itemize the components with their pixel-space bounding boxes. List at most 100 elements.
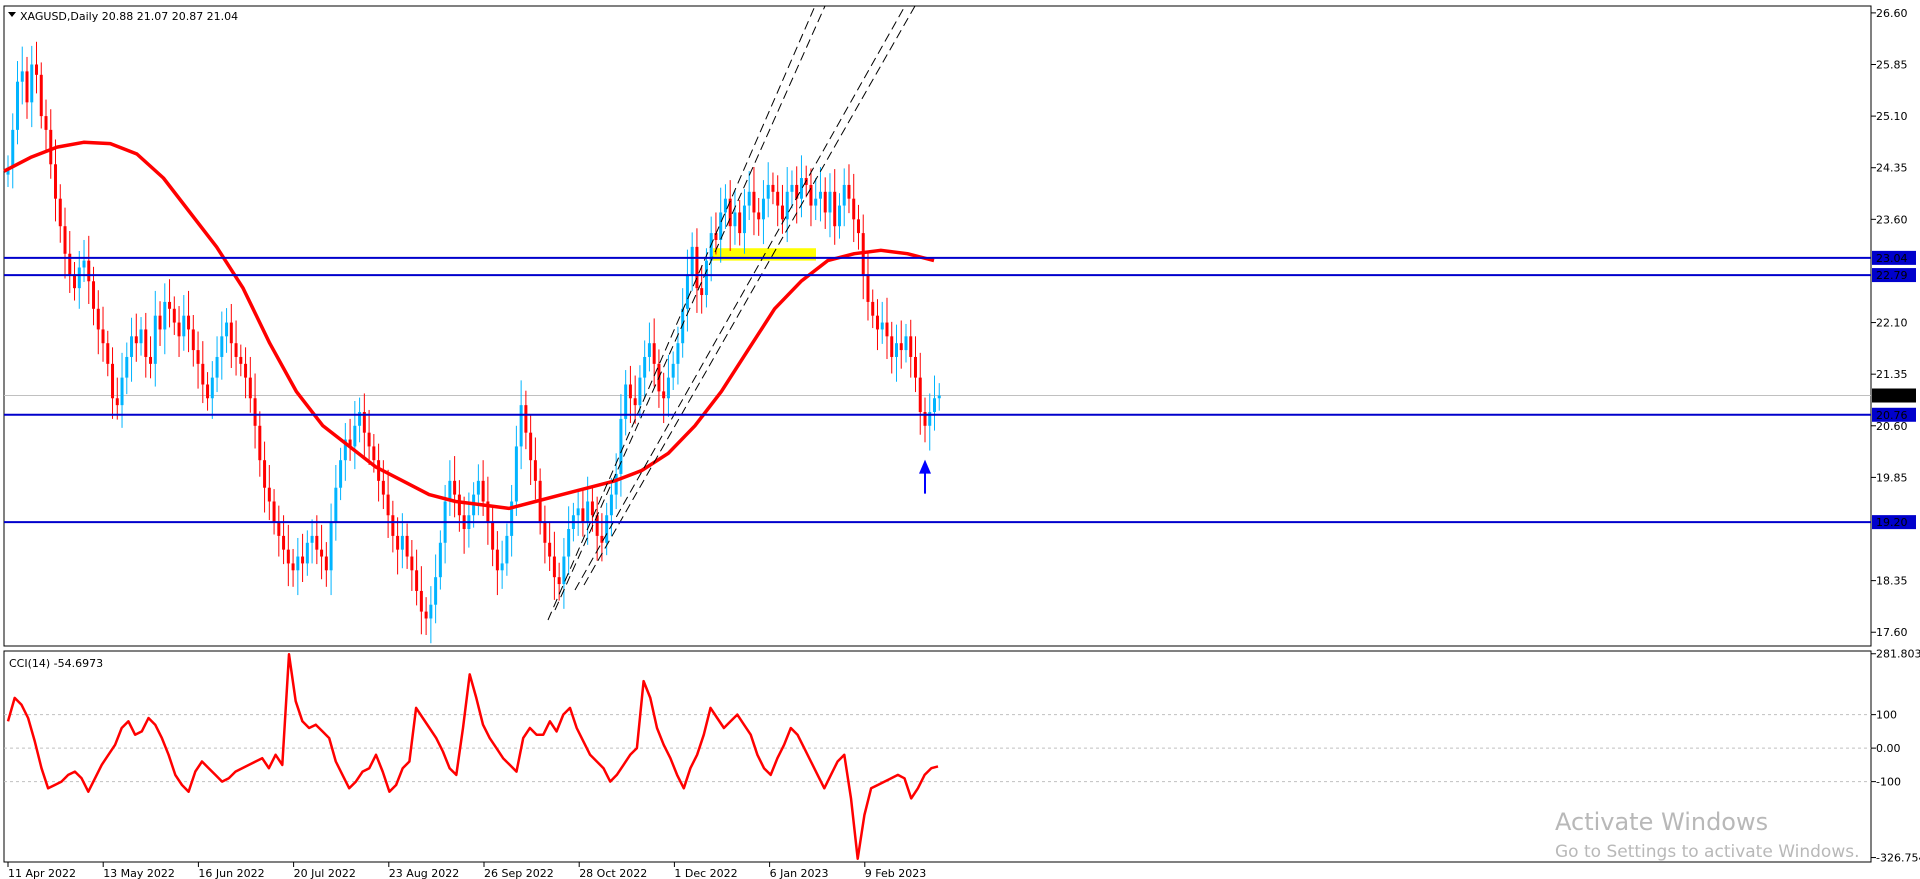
price-axis-tick-label: 17.60 bbox=[1876, 626, 1908, 639]
candle-body bbox=[937, 395, 941, 399]
candle-body bbox=[391, 515, 395, 536]
level-price-label: 19.20 bbox=[1876, 516, 1908, 529]
candle-body bbox=[25, 71, 29, 103]
candle-body bbox=[932, 398, 936, 413]
candle-body bbox=[310, 535, 314, 543]
candle-body bbox=[524, 405, 528, 433]
candle-body bbox=[852, 198, 856, 220]
candle-body bbox=[885, 322, 889, 337]
candle-body bbox=[424, 611, 428, 619]
candle-body bbox=[904, 336, 908, 351]
candle-body bbox=[871, 301, 875, 316]
candle-body bbox=[913, 356, 917, 378]
candle-body bbox=[386, 494, 390, 516]
candle-body bbox=[68, 253, 72, 275]
candle-body bbox=[96, 308, 100, 330]
candle-body bbox=[890, 336, 894, 357]
candle-body bbox=[405, 535, 409, 557]
candle-body bbox=[30, 64, 34, 103]
candle-body bbox=[695, 246, 699, 289]
candle-body bbox=[168, 301, 172, 309]
candle-body bbox=[115, 398, 119, 406]
candle-body bbox=[647, 343, 651, 357]
candle-body bbox=[662, 391, 666, 399]
candle-body bbox=[842, 184, 846, 206]
candle-body bbox=[690, 246, 694, 275]
date-axis-tick-label: 13 May 2022 bbox=[103, 867, 175, 879]
cci-axis-tick-label: 0.00 bbox=[1876, 742, 1901, 755]
candle-body bbox=[643, 356, 647, 378]
price-axis-tick-label: 21.35 bbox=[1876, 368, 1908, 381]
candle-body bbox=[533, 460, 537, 481]
price-axis-tick-label: 25.85 bbox=[1876, 58, 1908, 71]
price-axis-tick-label: 22.10 bbox=[1876, 317, 1908, 330]
candle-body bbox=[633, 398, 637, 406]
candle-body bbox=[101, 329, 105, 344]
date-axis-tick-label: 26 Sep 2022 bbox=[484, 867, 554, 879]
candle-body bbox=[747, 191, 751, 206]
candle-body bbox=[581, 508, 585, 523]
candle-body bbox=[757, 212, 761, 220]
candle-body bbox=[652, 343, 656, 364]
candle-body bbox=[258, 425, 262, 461]
candle-body bbox=[125, 356, 129, 378]
candle-body bbox=[476, 480, 480, 495]
candle-body bbox=[35, 64, 39, 75]
candle-body bbox=[500, 563, 504, 571]
candle-body bbox=[315, 535, 319, 550]
candle-body bbox=[291, 563, 295, 571]
cci-axis-tick-label: -326.754 bbox=[1876, 852, 1920, 865]
candle-body bbox=[220, 336, 224, 357]
date-axis-tick-label: 28 Oct 2022 bbox=[579, 867, 647, 879]
candle-body bbox=[54, 164, 58, 199]
candle-body bbox=[453, 480, 457, 495]
candle-body bbox=[481, 480, 485, 502]
candle-body bbox=[353, 425, 357, 447]
candle-body bbox=[666, 377, 670, 399]
price-axis-tick-label: 25.10 bbox=[1876, 110, 1908, 123]
candle-body bbox=[628, 384, 632, 399]
candle-body bbox=[605, 515, 609, 543]
candle-body bbox=[73, 274, 77, 289]
candle-body bbox=[334, 487, 338, 523]
candle-body bbox=[614, 473, 618, 495]
candle-body bbox=[182, 315, 186, 337]
candle-body bbox=[253, 398, 257, 426]
candle-body bbox=[20, 71, 24, 82]
candle-body bbox=[457, 494, 461, 516]
candle-body bbox=[742, 205, 746, 234]
candle-body bbox=[210, 377, 214, 399]
candle-body bbox=[196, 350, 200, 364]
date-axis-tick-label: 9 Feb 2023 bbox=[865, 867, 926, 879]
current-price-label: 21.04 bbox=[1876, 390, 1908, 403]
candle-body bbox=[372, 446, 376, 461]
candle-body bbox=[320, 549, 324, 557]
candle-body bbox=[339, 460, 343, 488]
candle-body bbox=[780, 205, 784, 220]
candle-body bbox=[700, 288, 704, 296]
candle-body bbox=[809, 184, 813, 206]
candle-body bbox=[39, 74, 43, 117]
candle-body bbox=[130, 336, 134, 357]
date-axis-tick-label: 20 Jul 2022 bbox=[294, 867, 356, 879]
candle-body bbox=[225, 322, 229, 337]
candle-body bbox=[909, 336, 913, 357]
candle-body bbox=[367, 432, 371, 447]
cci-axis-tick-label: -100 bbox=[1876, 776, 1901, 789]
candle-body bbox=[172, 308, 176, 323]
candle-body bbox=[590, 501, 594, 516]
candle-body bbox=[543, 522, 547, 543]
candle-body bbox=[723, 198, 727, 213]
activate-windows-title: Activate Windows bbox=[1555, 808, 1769, 836]
candle-body bbox=[400, 535, 404, 550]
candle-body bbox=[329, 522, 333, 571]
candle-body bbox=[828, 191, 832, 213]
candle-body bbox=[552, 556, 556, 578]
price-axis-tick-label: 24.35 bbox=[1876, 162, 1908, 175]
candle-body bbox=[92, 281, 96, 309]
candle-body bbox=[519, 405, 523, 447]
candle-body bbox=[818, 191, 822, 199]
candle-body bbox=[429, 604, 433, 619]
candle-body bbox=[206, 384, 210, 399]
candle-body bbox=[505, 535, 509, 564]
